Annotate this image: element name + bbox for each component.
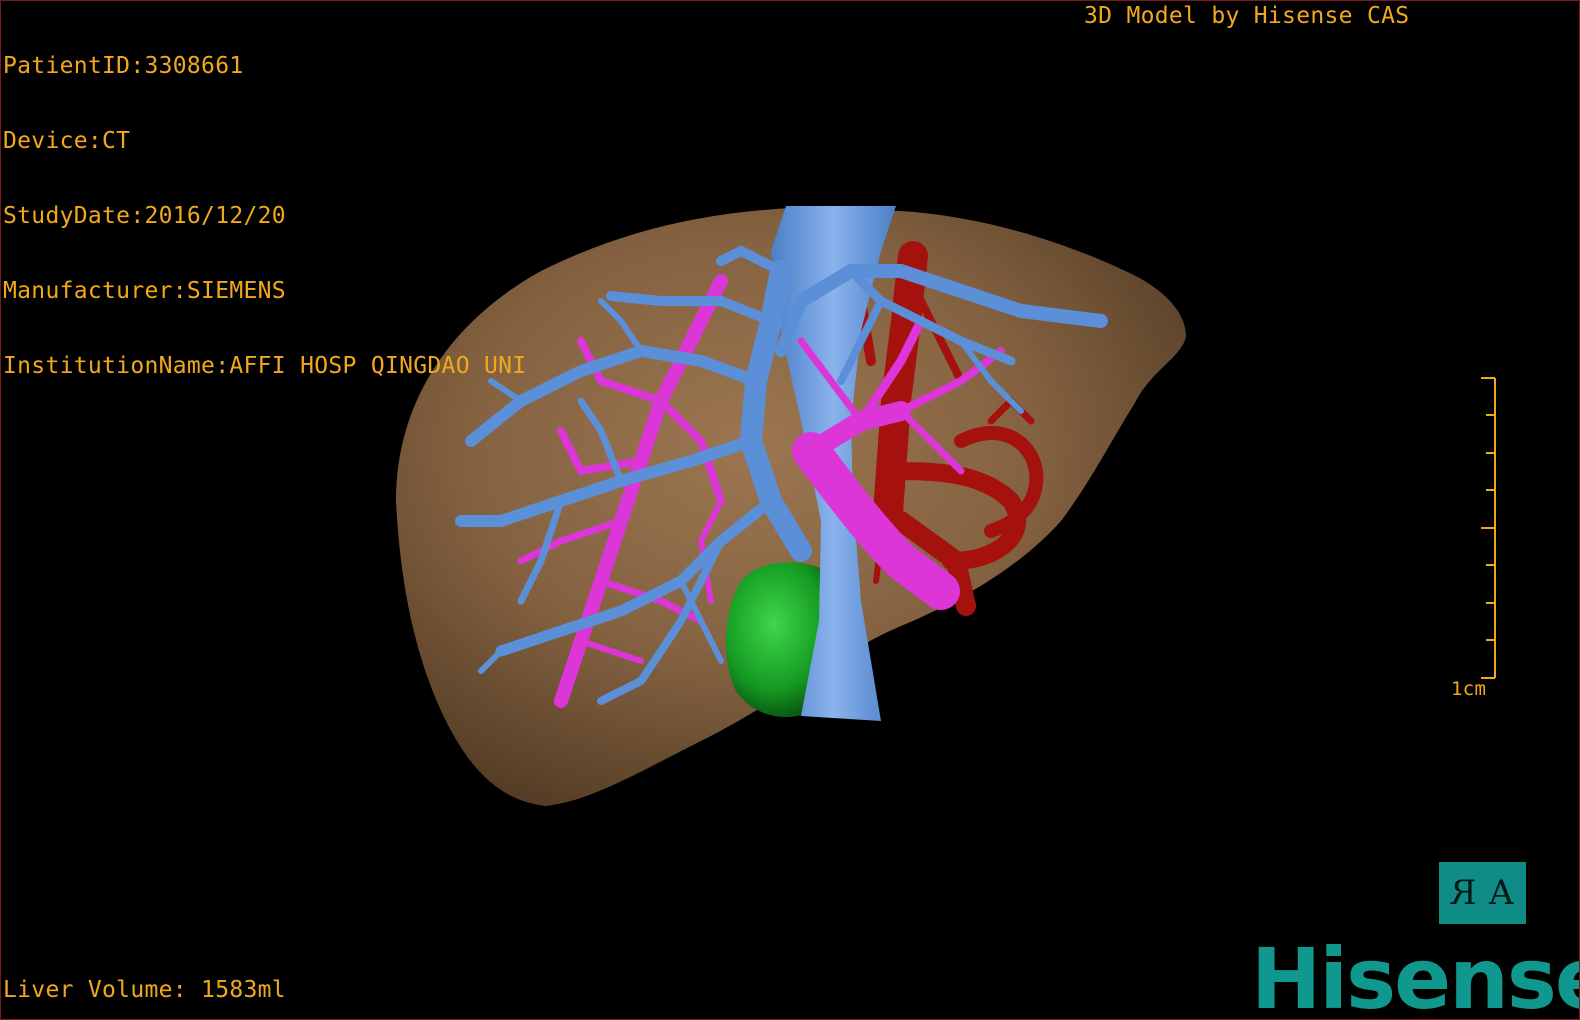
hisense-logo: Hisense: [1251, 930, 1580, 1020]
model-credit: 3D Model by Hisense CAS: [1084, 3, 1410, 29]
device: Device:CT: [3, 128, 131, 154]
study-date: StudyDate:2016/12/20: [3, 203, 286, 229]
dicom-info: PatientID:3308661 Device:CT StudyDate:20…: [3, 4, 526, 429]
institution-name: InstitutionName:AFFI HOSP QINGDAO UNI: [3, 353, 527, 379]
patient-id: PatientID:3308661: [3, 53, 244, 79]
scale-label: 1cm: [1451, 678, 1487, 700]
orientation-right-label: A: [1489, 873, 1514, 913]
orientation-cube[interactable]: R A: [1439, 862, 1526, 924]
liver-volume: Liver Volume: 1583ml: [3, 977, 286, 1003]
orientation-left-label: R: [1451, 873, 1478, 913]
manufacturer: Manufacturer:SIEMENS: [3, 278, 286, 304]
3d-viewport[interactable]: PatientID:3308661 Device:CT StudyDate:20…: [0, 0, 1580, 1020]
scale-bar: [1481, 377, 1496, 679]
